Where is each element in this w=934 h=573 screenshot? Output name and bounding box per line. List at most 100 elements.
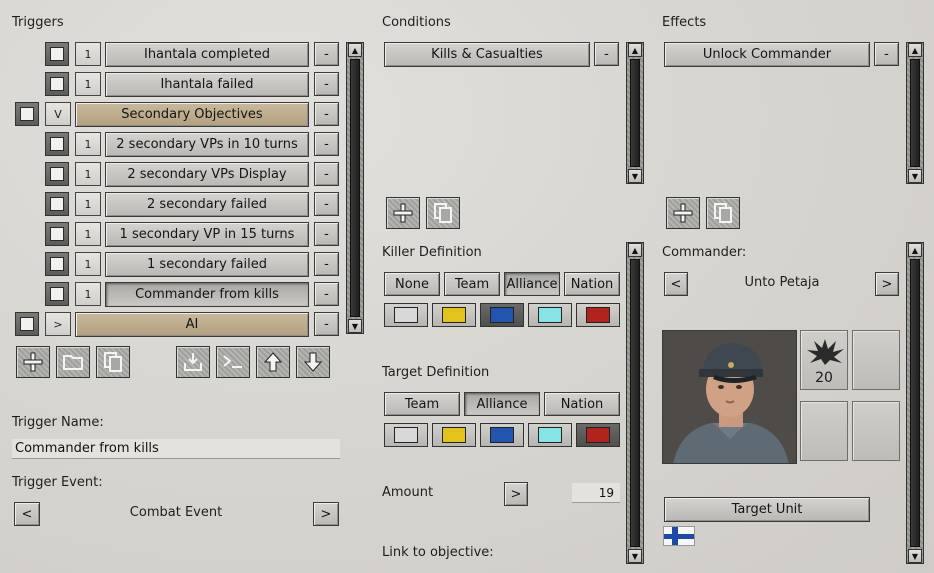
ability-slot-1[interactable]: 20	[800, 330, 848, 390]
killer-color-blue[interactable]	[480, 303, 524, 327]
add-condition-button[interactable]	[386, 197, 420, 229]
conditions-scrollbar[interactable]: ▲ ▼	[626, 42, 644, 184]
trigger-checkbox[interactable]	[15, 102, 39, 126]
killer-color-white[interactable]	[384, 303, 428, 327]
scroll-down-icon[interactable]: ▼	[908, 549, 922, 563]
commander-prev-button[interactable]: <	[664, 272, 688, 296]
amount-field[interactable]: 19	[572, 483, 620, 503]
remove-trigger-button[interactable]: -	[314, 192, 339, 216]
ability-slot-4[interactable]	[852, 401, 900, 461]
killer-color-yellow[interactable]	[432, 303, 476, 327]
remove-trigger-button[interactable]: -	[314, 72, 339, 96]
commander-next-button[interactable]: >	[875, 272, 899, 296]
scroll-thumb[interactable]	[630, 259, 640, 547]
remove-trigger-button[interactable]: -	[314, 312, 339, 336]
remove-trigger-button[interactable]: -	[314, 252, 339, 276]
import-button[interactable]	[176, 346, 210, 378]
amount-arrow-button[interactable]: >	[504, 482, 528, 506]
target-color-blue[interactable]	[480, 423, 524, 447]
trigger-item[interactable]: 1 secondary VP in 15 turns	[105, 222, 309, 247]
killer-tab-none[interactable]: None	[384, 272, 440, 296]
target-tab-team[interactable]: Team	[384, 392, 460, 416]
ability-slot-2[interactable]	[852, 330, 900, 390]
scroll-up-icon[interactable]: ▲	[628, 43, 642, 57]
effect-details-scrollbar[interactable]: ▲ ▼	[906, 242, 924, 564]
scroll-thumb[interactable]	[910, 259, 920, 547]
remove-effect-button[interactable]: -	[874, 42, 899, 66]
killer-tab-team[interactable]: Team	[444, 272, 500, 296]
console-button[interactable]	[216, 346, 250, 378]
trigger-checkbox[interactable]	[15, 312, 39, 336]
trigger-checkbox[interactable]	[45, 162, 69, 186]
group-toggle[interactable]: V	[45, 102, 71, 126]
trigger-checkbox[interactable]	[45, 42, 69, 66]
trigger-item[interactable]: 1 secondary failed	[105, 252, 309, 277]
trigger-item[interactable]: Ihantala completed	[105, 42, 309, 67]
scroll-thumb[interactable]	[630, 59, 640, 167]
target-color-red[interactable]	[576, 423, 620, 447]
remove-trigger-button[interactable]: -	[314, 102, 339, 126]
killer-color-cyan[interactable]	[528, 303, 572, 327]
trigger-item[interactable]: Commander from kills	[105, 282, 309, 307]
scroll-down-icon[interactable]: ▼	[908, 169, 922, 183]
trigger-item[interactable]: 2 secondary VPs in 10 turns	[105, 132, 309, 157]
trigger-checkbox[interactable]	[45, 222, 69, 246]
copy-effect-button[interactable]	[706, 197, 740, 229]
effects-heading: Effects	[662, 15, 707, 30]
trigger-group[interactable]: Secondary Objectives	[75, 102, 309, 127]
scroll-down-icon[interactable]: ▼	[348, 319, 362, 333]
trigger-checkbox[interactable]	[45, 252, 69, 276]
triggers-scrollbar[interactable]: ▲ ▼	[346, 42, 364, 334]
effects-scrollbar[interactable]: ▲ ▼	[906, 42, 924, 184]
target-color-white[interactable]	[384, 423, 428, 447]
effect-item[interactable]: Unlock Commander	[664, 42, 870, 67]
move-up-button[interactable]	[256, 346, 290, 378]
ability-slot-3[interactable]	[800, 401, 848, 461]
checkbox-box	[20, 317, 34, 331]
target-color-cyan[interactable]	[528, 423, 572, 447]
trigger-name-field[interactable]: Commander from kills	[12, 439, 340, 459]
scroll-thumb[interactable]	[350, 59, 360, 317]
scroll-up-icon[interactable]: ▲	[628, 243, 642, 257]
open-folder-button[interactable]	[56, 346, 90, 378]
event-prev-button[interactable]: <	[14, 502, 40, 526]
group-toggle[interactable]: >	[45, 312, 71, 336]
target-unit-button[interactable]: Target Unit	[664, 497, 870, 522]
commander-label: Commander:	[662, 245, 747, 260]
trigger-checkbox[interactable]	[45, 132, 69, 156]
event-next-button[interactable]: >	[313, 502, 339, 526]
scroll-thumb[interactable]	[910, 59, 920, 167]
trigger-checkbox[interactable]	[45, 282, 69, 306]
add-trigger-button[interactable]	[16, 346, 50, 378]
target-color-yellow[interactable]	[432, 423, 476, 447]
killer-tab-alliance[interactable]: Alliance	[504, 272, 560, 296]
killer-tab-nation[interactable]: Nation	[564, 272, 620, 296]
trigger-checkbox[interactable]	[45, 192, 69, 216]
condition-item[interactable]: Kills & Casualties	[384, 42, 590, 67]
scroll-up-icon[interactable]: ▲	[908, 43, 922, 57]
trigger-item[interactable]: 2 secondary failed	[105, 192, 309, 217]
trigger-group[interactable]: AI	[75, 312, 309, 337]
scroll-up-icon[interactable]: ▲	[348, 43, 362, 57]
remove-condition-button[interactable]: -	[594, 42, 619, 66]
remove-trigger-button[interactable]: -	[314, 132, 339, 156]
scroll-up-icon[interactable]: ▲	[908, 243, 922, 257]
copy-trigger-button[interactable]	[96, 346, 130, 378]
add-effect-button[interactable]	[666, 197, 700, 229]
move-down-button[interactable]	[296, 346, 330, 378]
cyan-swatch	[538, 427, 562, 443]
trigger-item[interactable]: 2 secondary VPs Display	[105, 162, 309, 187]
killer-color-red[interactable]	[576, 303, 620, 327]
target-tab-alliance[interactable]: Alliance	[464, 392, 540, 416]
remove-trigger-button[interactable]: -	[314, 282, 339, 306]
remove-trigger-button[interactable]: -	[314, 162, 339, 186]
condition-details-scrollbar[interactable]: ▲ ▼	[626, 242, 644, 564]
target-tab-nation[interactable]: Nation	[544, 392, 620, 416]
scroll-down-icon[interactable]: ▼	[628, 549, 642, 563]
remove-trigger-button[interactable]: -	[314, 222, 339, 246]
trigger-checkbox[interactable]	[45, 72, 69, 96]
copy-condition-button[interactable]	[426, 197, 460, 229]
remove-trigger-button[interactable]: -	[314, 42, 339, 66]
scroll-down-icon[interactable]: ▼	[628, 169, 642, 183]
trigger-item[interactable]: Ihantala failed	[105, 72, 309, 97]
